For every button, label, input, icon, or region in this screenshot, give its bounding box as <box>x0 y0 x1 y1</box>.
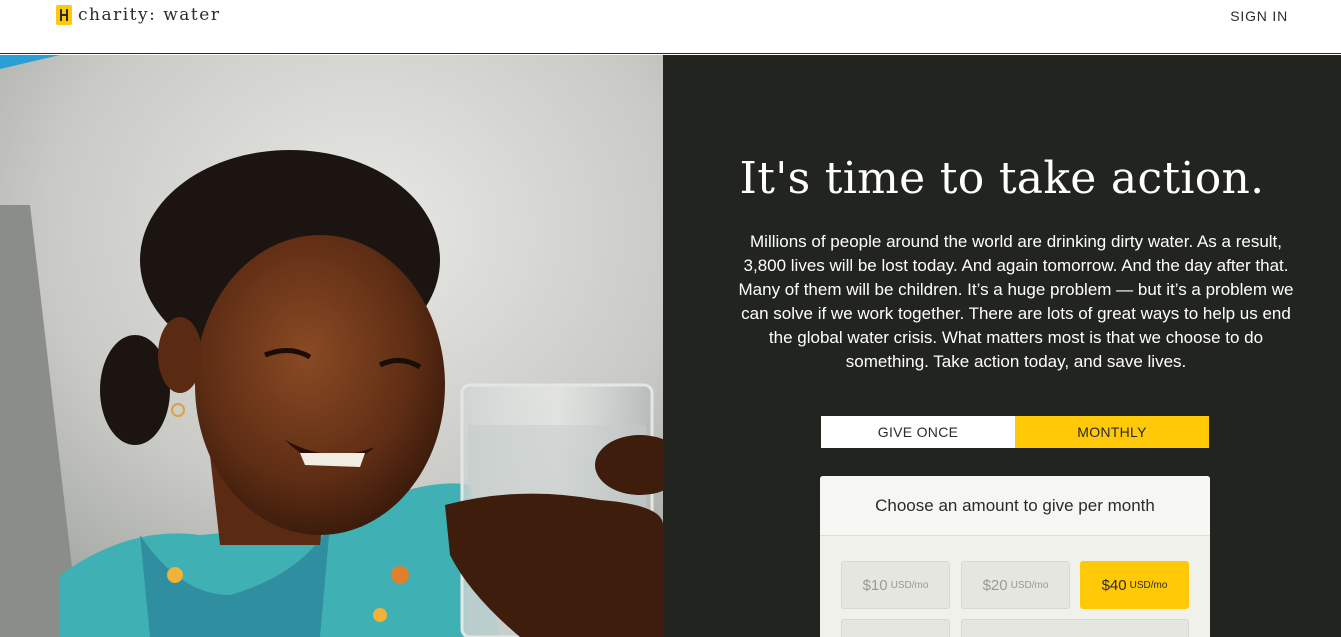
amount-card: Choose an amount to give per month $10 U… <box>820 476 1210 637</box>
charity-water-logo[interactable]: charity: water <box>56 4 220 26</box>
amount-value: $20 <box>982 576 1008 594</box>
sign-in-link[interactable]: SIGN IN <box>1230 8 1288 24</box>
site-header: charity: water SIGN IN <box>0 0 1341 54</box>
amount-value: $10 <box>862 576 888 594</box>
frequency-toggle: GIVE ONCE MONTHLY <box>821 416 1209 448</box>
photo-girl-with-glass-icon <box>0 55 663 637</box>
intro-paragraph: Millions of people around the world are … <box>738 232 1294 371</box>
hero-photo <box>0 55 663 637</box>
custom-amount-input[interactable] <box>961 619 1189 637</box>
amount-unit: USD/mo <box>1129 579 1168 591</box>
logo-text: charity: water <box>78 5 221 25</box>
amount-option[interactable] <box>841 619 950 637</box>
amount-option-40[interactable]: $40 USD/mo <box>1080 561 1189 609</box>
amount-unit: USD/mo <box>1010 579 1049 591</box>
page-title: It's time to take action. <box>739 153 1265 204</box>
monthly-button[interactable]: MONTHLY <box>1015 416 1209 448</box>
amount-option-10[interactable]: $10 USD/mo <box>841 561 950 609</box>
jerrycan-logo-icon <box>56 5 72 25</box>
amount-unit: USD/mo <box>890 579 929 591</box>
amount-option-20[interactable]: $20 USD/mo <box>961 561 1070 609</box>
amount-value: $40 <box>1101 576 1127 594</box>
give-once-button[interactable]: GIVE ONCE <box>821 416 1015 448</box>
amount-card-title: Choose an amount to give per month <box>820 476 1210 536</box>
donation-panel: It's time to take action. Millions of pe… <box>663 55 1341 637</box>
